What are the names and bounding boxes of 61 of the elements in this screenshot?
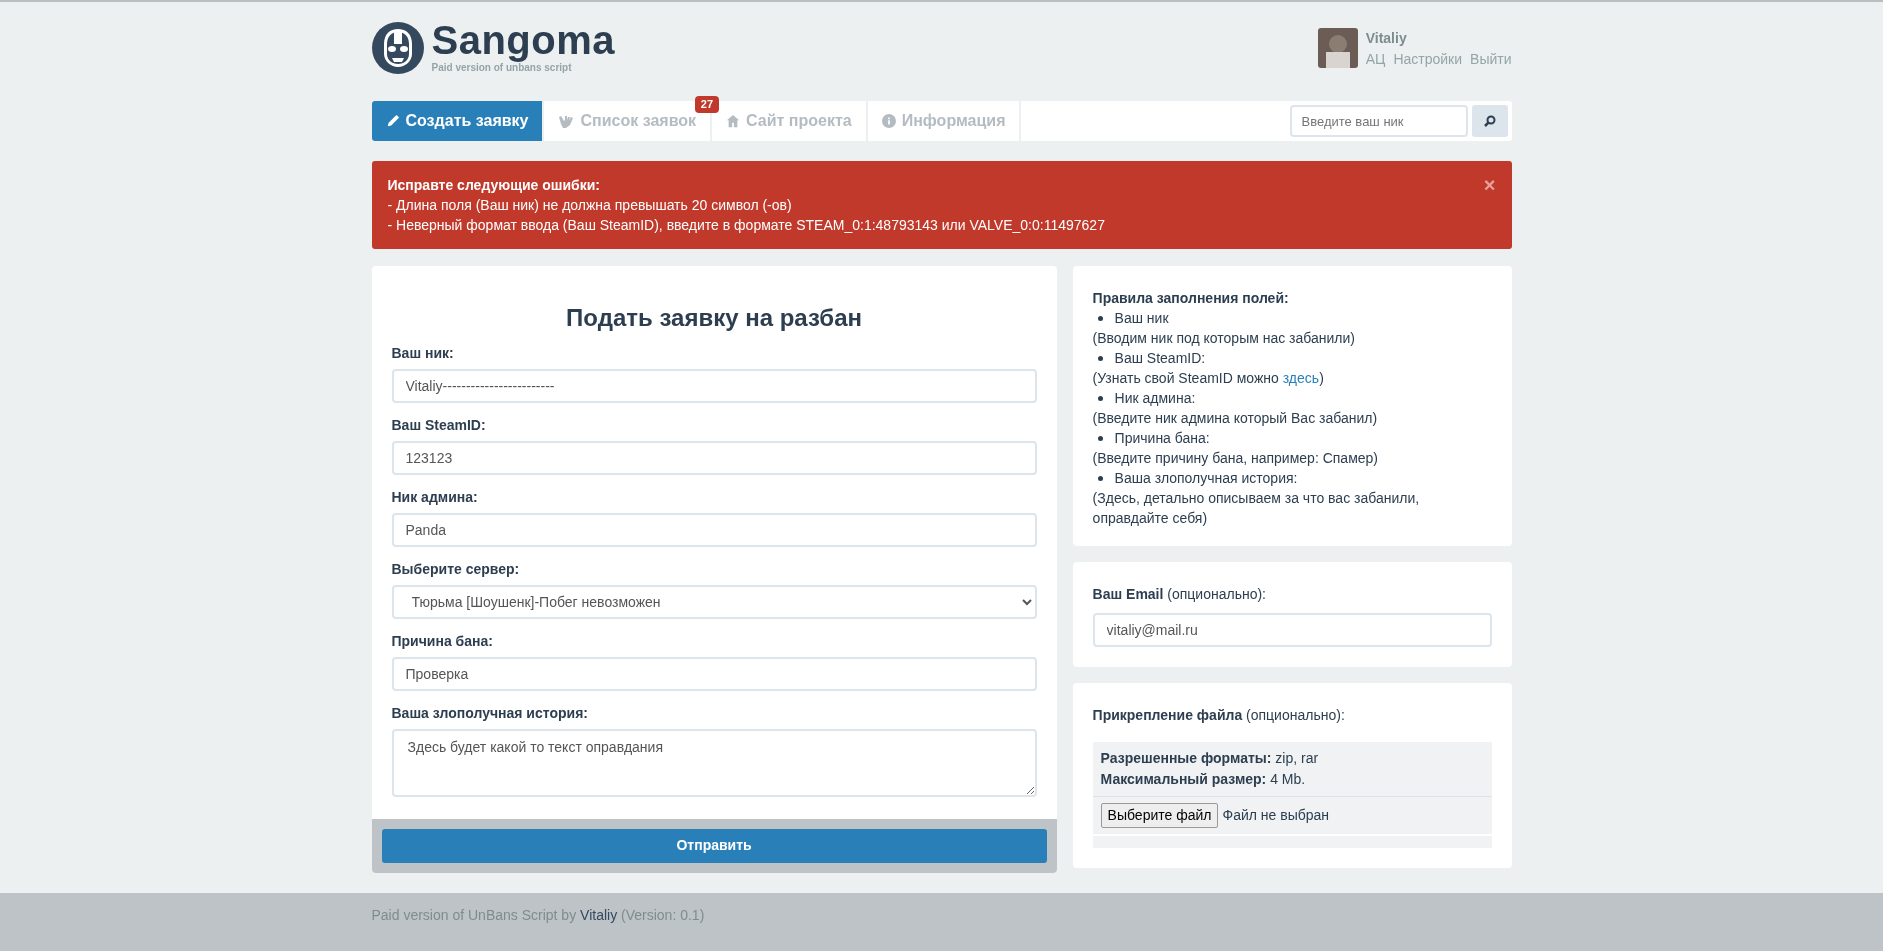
field-label: Выберите сервер:: [391, 559, 521, 579]
avatar[interactable]: [1317, 28, 1358, 68]
email-label: Ваш Email (опционально):: [1092, 585, 1267, 604]
field-label: Ваша злополучная история:: [391, 703, 589, 723]
footer-text: Paid version of UnBans Script by Vitaliy (Version: 0.1): [371, 906, 705, 923]
bullet-icon: [1097, 476, 1103, 481]
file-status: Файл не выбран: [1222, 806, 1330, 825]
input-field[interactable]: Panda: [391, 512, 1037, 547]
bullet-icon: [1097, 316, 1103, 321]
story-textarea[interactable]: Здесь будет какой то текст оправдания: [391, 728, 1037, 797]
hand-icon: [558, 114, 575, 128]
search-button[interactable]: [1471, 105, 1508, 137]
alert-title: Исправте следующие ошибки:: [387, 176, 602, 195]
input-field[interactable]: 123123: [391, 440, 1037, 475]
rule-name: Ник админа:: [1114, 389, 1196, 408]
rule-name: Причина бана:: [1114, 429, 1210, 448]
user-link[interactable]: Настройки: [1393, 49, 1463, 70]
email-field[interactable]: vitaliy@mail.ru: [1092, 613, 1492, 647]
home-icon: [726, 114, 741, 128]
rule-hint: (Здесь, детально описываем за что вас забанили, оправдайте себя): [1092, 489, 1421, 528]
alert-message: - Неверный формат ввода (Ваш SteamID), введите в формате STEAM_0:1:48793143 или VALVE_0:0:11497627: [387, 216, 1105, 235]
author-link[interactable]: Vitaliy: [580, 906, 618, 923]
rule-name: Ваш ник: [1114, 309, 1169, 328]
field-label: Ник админа:: [391, 487, 479, 507]
field-label: Причина бана:: [391, 631, 494, 651]
submit-button[interactable]: Отправить: [381, 828, 1047, 863]
input-field[interactable]: Vitaliy------------------------: [391, 368, 1037, 403]
rule-hint: (Введите ник админа который Вас забанил): [1092, 409, 1379, 428]
info-icon: [881, 114, 896, 128]
rule-name: Ваша злополучная история:: [1114, 469, 1298, 488]
rule-hint: (Вводим ник под которым нас забанили): [1092, 329, 1356, 348]
file-button[interactable]: Выберите файл: [1100, 803, 1219, 828]
search-field[interactable]: Введите ваш ник: [1289, 105, 1468, 137]
rules-title: Правила заполнения полей:: [1092, 289, 1290, 308]
count-badge: 27: [694, 96, 720, 113]
mask-logo-icon: [371, 21, 424, 74]
input-field[interactable]: Проверка: [391, 656, 1037, 691]
formats-text: Разрешенные форматы: zip, rar: [1100, 749, 1320, 768]
nav-tab[interactable]: Создать заявку: [371, 101, 545, 141]
link[interactable]: здесь: [1282, 370, 1320, 386]
field-label: Ваш SteamID:: [391, 415, 487, 435]
attachment-label: Прикрепление файла (опционально):: [1092, 706, 1346, 725]
form-title: Подать заявку на разбан: [565, 304, 863, 333]
bullet-icon: [1097, 436, 1103, 441]
rule-hint: (Введите причину бана, например: Спамер): [1092, 449, 1379, 468]
search-icon: [1483, 115, 1496, 127]
field-label: Ваш ник:: [391, 343, 455, 363]
pencil-icon: [385, 114, 400, 128]
user-name: Vitaliy: [1365, 29, 1408, 48]
rule-name: Ваш SteamID:: [1114, 349, 1206, 368]
bullet-icon: [1097, 356, 1103, 361]
server-select[interactable]: Тюрьма [Шоушенк]-Побег невозможен: [391, 584, 1037, 619]
size-text: Максимальный размер: 4 Mb.: [1100, 770, 1307, 789]
logo-title: Sangoma: [431, 20, 616, 60]
rule-hint: (Узнать свой SteamID можно здесь): [1092, 369, 1325, 388]
user-link[interactable]: АЦ: [1365, 49, 1386, 70]
bullet-icon: [1097, 396, 1103, 401]
user-link[interactable]: Выйти: [1470, 49, 1512, 70]
logo-subtitle: Paid version of unbans script: [431, 62, 573, 75]
close-button[interactable]: ×: [1483, 175, 1496, 195]
alert-message: - Длина поля (Ваш ник) не должна превышать 20 символ (-ов): [387, 196, 793, 215]
